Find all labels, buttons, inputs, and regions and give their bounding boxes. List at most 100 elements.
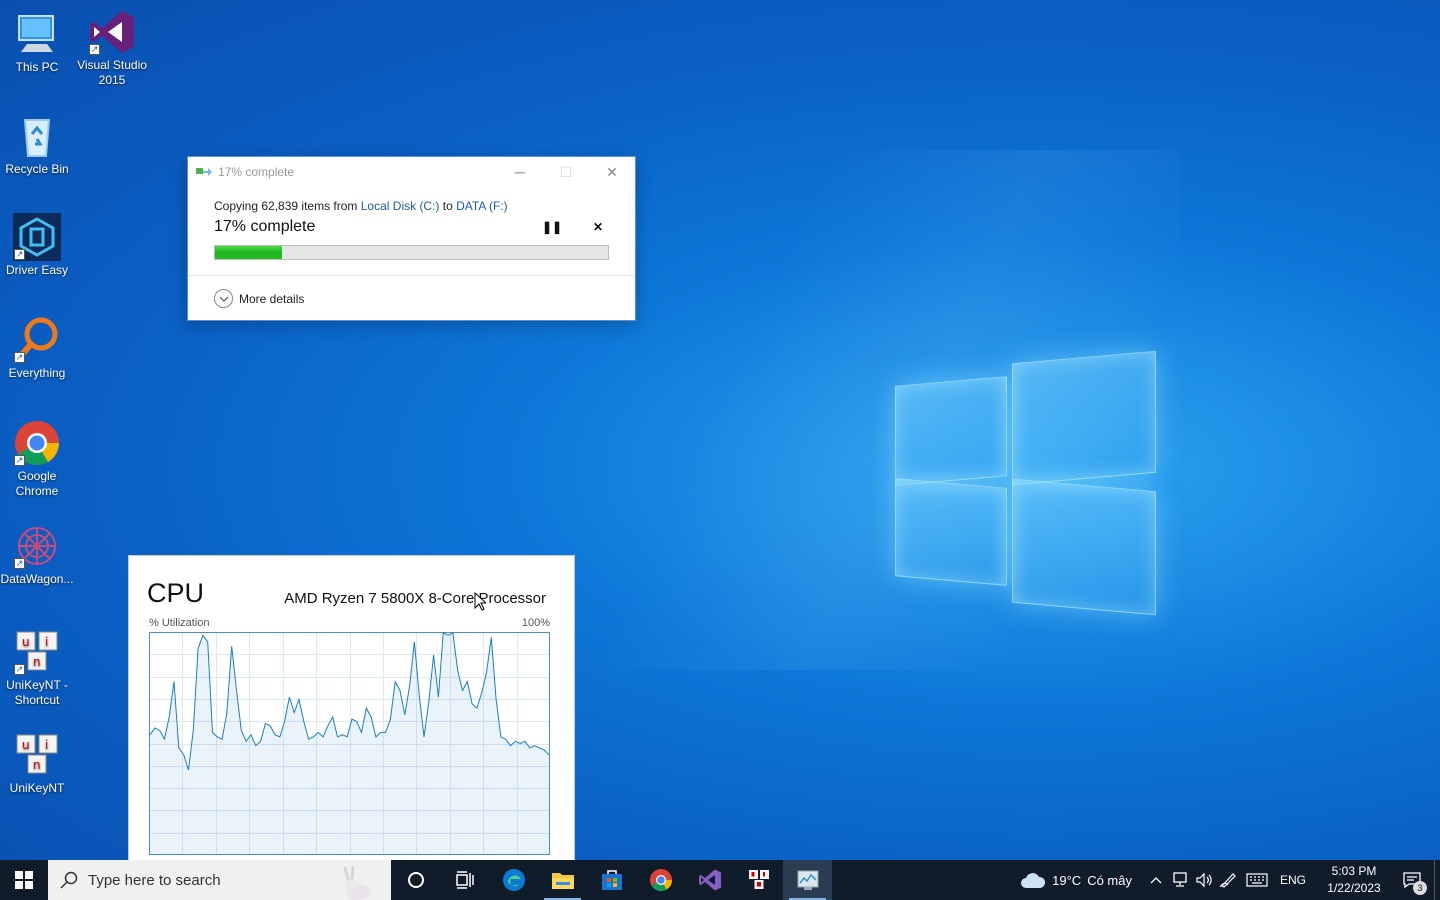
cpu-title: CPU (147, 578, 205, 608)
unikey-icon (748, 870, 769, 889)
touch-keyboard-button[interactable] (1240, 860, 1274, 900)
taskbar-microsoft-store[interactable] (587, 860, 636, 900)
taskbar: Type here to search 19°C Có mây ENG 5:03… (0, 860, 1440, 900)
svg-text:n: n (33, 655, 41, 669)
edge-icon (502, 869, 525, 891)
chrome-icon: ↗ (13, 419, 61, 467)
desktop-icon-label: Visual Studio 2015 (77, 58, 147, 87)
svg-text:i: i (45, 738, 48, 752)
cpu-utilization-chart (149, 632, 550, 855)
store-icon (601, 870, 622, 890)
show-hidden-icons-button[interactable] (1144, 860, 1168, 900)
close-button[interactable]: ✕ (589, 157, 635, 187)
cortana-button[interactable] (391, 860, 440, 900)
minimize-button[interactable]: ─ (497, 157, 543, 187)
percent-complete: 17% complete (214, 218, 316, 235)
task-manager-icon (797, 870, 818, 890)
copy-progress-bar (214, 245, 609, 260)
this-pc-icon (13, 10, 61, 58)
desktop-icon-label: DataWagon... (0, 572, 74, 586)
svg-text:u: u (22, 738, 30, 752)
cloud-icon (1021, 873, 1046, 888)
mouse-cursor-icon (474, 592, 486, 611)
desktop-icon-everything[interactable]: ↗ Everything (0, 316, 74, 381)
network-button[interactable] (1168, 860, 1192, 900)
pen-icon (1219, 873, 1236, 888)
desktop-icon-driver-easy[interactable]: ↗ Driver Easy (0, 213, 74, 278)
desktop-icon-label: This PC (15, 60, 59, 74)
desktop-icon-label: Everything (8, 366, 66, 380)
recycle-bin-icon (13, 112, 61, 160)
source-link[interactable]: Local Disk (C:) (361, 199, 440, 213)
svg-text:u: u (22, 635, 30, 649)
search-icon (60, 871, 78, 889)
y-axis-label: % Utilization (149, 617, 210, 629)
windows-logo-icon (15, 871, 33, 889)
dialog-title: 17% complete (218, 165, 295, 179)
speaker-icon (1196, 872, 1212, 888)
svg-text:i: i (45, 635, 48, 649)
start-button[interactable] (0, 860, 48, 900)
network-icon (1173, 872, 1187, 887)
volume-button[interactable] (1192, 860, 1216, 900)
pen-workspace-button[interactable] (1216, 860, 1240, 900)
taskbar-search-box[interactable]: Type here to search (48, 860, 391, 900)
taskbar-task-manager[interactable] (783, 860, 832, 900)
taskbar-unikey[interactable] (734, 860, 783, 900)
taskbar-clock[interactable]: 5:03 PM 1/22/2023 (1318, 863, 1390, 897)
chrome-icon (649, 869, 672, 891)
taskbar-file-explorer[interactable] (538, 860, 587, 900)
more-details-label: More details (239, 291, 305, 306)
desktop-icon-recycle-bin[interactable]: Recycle Bin (0, 112, 74, 177)
chevron-up-icon (1150, 877, 1162, 884)
task-view-button[interactable] (440, 860, 489, 900)
desktop-icon-label: Driver Easy (5, 263, 68, 277)
desktop-icon-label: Google Chrome (15, 469, 59, 498)
system-tray: 19°C Có mây ENG 5:03 PM 1/22/2023 3 (1020, 860, 1440, 900)
desktop-icon-unikey[interactable]: u in UniKeyNT (0, 731, 74, 796)
keyboard-icon (1246, 873, 1268, 887)
cancel-copy-button[interactable]: ✕ (587, 217, 609, 237)
desktop-icon-datawagon[interactable]: ↗ DataWagon... (0, 522, 74, 587)
progress-fill (215, 246, 282, 259)
clock-time: 5:03 PM (1331, 864, 1377, 878)
unikey-icon: uin ↗ (13, 628, 61, 676)
file-explorer-icon (551, 873, 574, 889)
action-center-button[interactable]: 3 (1390, 860, 1434, 900)
copy-files-icon (196, 168, 212, 176)
file-copy-dialog: 17% complete ─ ☐ ✕ Copying 62,839 items … (187, 156, 636, 321)
taskbar-chrome[interactable] (636, 860, 685, 900)
processor-name: AMD Ryzen 7 5800X 8-Core Processor (284, 590, 546, 607)
weather-widget[interactable]: 19°C Có mây (1020, 871, 1132, 889)
datawagon-icon: ↗ (13, 522, 61, 570)
desktop-icon-unikey-shortcut[interactable]: uin ↗ UniKeyNT - Shortcut (0, 628, 74, 708)
maximize-button: ☐ (559, 163, 573, 180)
cortana-circle-icon (407, 872, 424, 888)
clock-date: 1/22/2023 (1327, 881, 1381, 895)
taskbar-edge[interactable] (489, 860, 538, 900)
pause-button[interactable]: ❚❚ (541, 217, 563, 237)
taskbar-visual-studio[interactable] (685, 860, 734, 900)
desktop-icon-label: UniKeyNT - Shortcut (6, 678, 68, 707)
to-text: to (439, 199, 457, 213)
chevron-down-icon (214, 289, 233, 308)
search-placeholder: Type here to search (88, 871, 221, 889)
input-language-indicator[interactable]: ENG (1280, 873, 1306, 887)
desktop-icon-google-chrome[interactable]: ↗ Google Chrome (0, 419, 74, 499)
unikey-icon: u in (13, 731, 61, 779)
desktop-icon-this-pc[interactable]: This PC (0, 10, 74, 75)
desktop-icon-label: Recycle Bin (5, 162, 69, 176)
show-desktop-button[interactable] (1434, 860, 1440, 900)
copy-prefix-text: Copying 62,839 items from (214, 199, 361, 213)
copy-description: Copying 62,839 items from Local Disk (C:… (214, 199, 609, 213)
desktop-icon-visual-studio[interactable]: ↗ Visual Studio 2015 (75, 8, 149, 88)
y-axis-max-label: 100% (521, 617, 550, 629)
visual-studio-icon (698, 869, 721, 891)
destination-link[interactable]: DATA (F:) (456, 199, 508, 213)
dialog-titlebar[interactable]: 17% complete ─ ☐ ✕ (188, 157, 635, 187)
desktop-icon-label: UniKeyNT (9, 781, 65, 795)
notification-count-badge: 3 (1413, 881, 1427, 895)
more-details-toggle[interactable]: More details (214, 289, 304, 308)
task-view-icon (455, 871, 474, 889)
weather-temperature: 19°C (1052, 872, 1082, 888)
